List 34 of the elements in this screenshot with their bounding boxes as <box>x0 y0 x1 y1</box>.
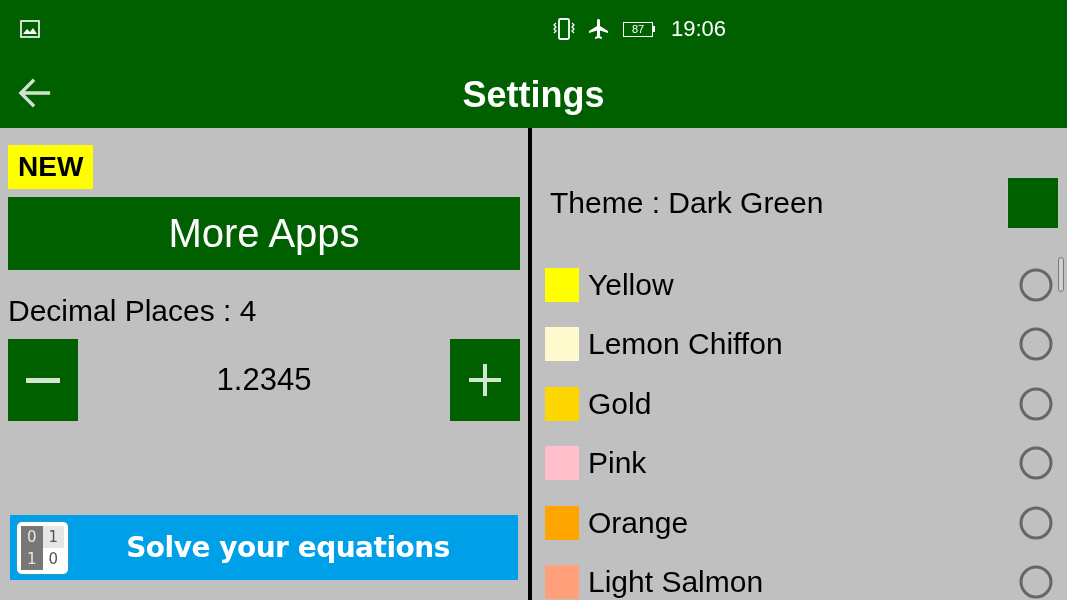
increase-button[interactable] <box>450 339 520 421</box>
decimal-places-label: Decimal Places : 4 <box>8 294 257 328</box>
color-name: Pink <box>588 448 647 479</box>
color-name: Orange <box>588 507 689 538</box>
plus-icon <box>469 364 501 396</box>
color-name: Yellow <box>588 269 674 300</box>
radio-button[interactable] <box>1019 446 1053 481</box>
theme-label: Theme : Dark Green <box>549 186 825 220</box>
ad-banner[interactable]: 0 1 1 0 Solve your equations <box>10 515 518 580</box>
vibrate-icon <box>553 17 575 41</box>
radio-button[interactable] <box>1019 565 1053 600</box>
back-arrow-icon <box>18 76 52 110</box>
color-name: Light Salmon <box>588 567 764 598</box>
battery-icon: 87 <box>623 21 655 37</box>
screen-title: Settings <box>462 74 605 116</box>
logo-digit: 1 <box>21 547 43 570</box>
decimal-preview-value: 1.2345 <box>215 362 313 398</box>
logo-digit: 0 <box>21 525 43 548</box>
airplane-icon <box>587 17 611 41</box>
clock-time: 19:06 <box>671 16 727 42</box>
scrollbar-thumb[interactable] <box>1058 257 1064 292</box>
radio-button[interactable] <box>1019 327 1053 362</box>
color-name: Lemon Chiffon <box>588 329 783 360</box>
new-badge: NEW <box>8 145 94 189</box>
banner-text: Solve your equations <box>125 531 451 564</box>
more-apps-button[interactable]: More Apps <box>8 197 520 270</box>
radio-button[interactable] <box>1019 267 1053 302</box>
logo-digit: 1 <box>42 525 64 548</box>
radio-button[interactable] <box>1019 386 1053 421</box>
radio-button[interactable] <box>1019 505 1053 540</box>
decrease-button[interactable] <box>8 339 78 421</box>
minus-icon <box>26 377 60 383</box>
color-name: Gold <box>588 388 652 419</box>
image-icon <box>20 20 40 38</box>
